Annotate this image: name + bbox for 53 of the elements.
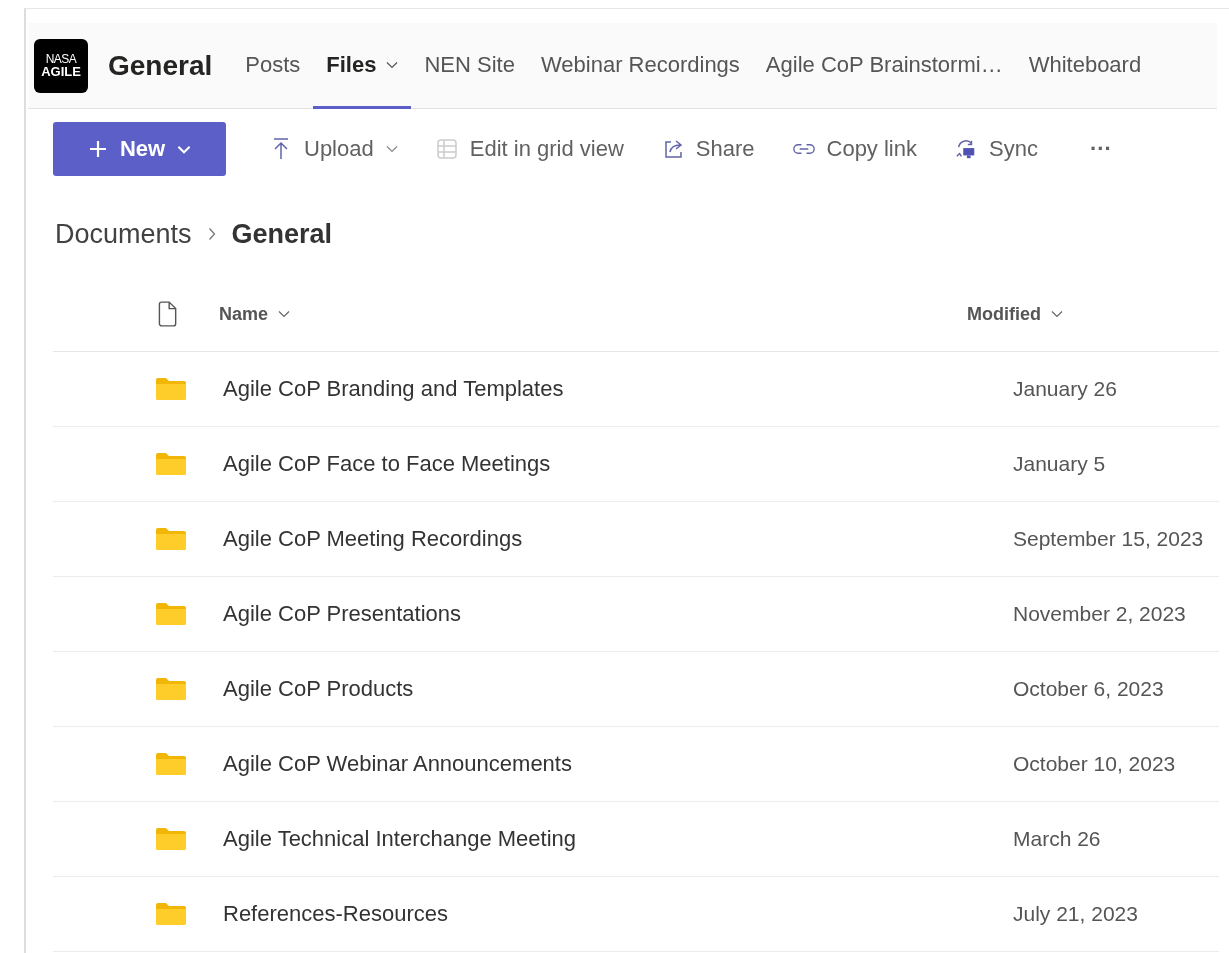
folder-name[interactable]: Agile Technical Interchange Meeting	[223, 826, 1013, 852]
upload-button[interactable]: Upload	[258, 124, 410, 174]
grid-icon	[435, 137, 458, 161]
folder-name[interactable]: Agile CoP Presentations	[223, 601, 1013, 627]
team-logo: NASA AGILE	[34, 38, 88, 93]
chevron-down-icon	[177, 144, 192, 154]
folder-icon	[155, 452, 187, 476]
tab[interactable]: Webinar Recordings	[527, 23, 753, 109]
link-button[interactable]: Copy link	[780, 124, 929, 174]
modified-date: October 10, 2023	[1013, 752, 1176, 776]
folder-name[interactable]: Agile CoP Face to Face Meetings	[223, 451, 1013, 477]
folder-name[interactable]: Agile CoP Webinar Announcements	[223, 751, 1013, 777]
tab[interactable]: Files	[313, 23, 412, 109]
modified-date: July 21, 2023	[1013, 902, 1138, 926]
sync-button[interactable]: Sync	[943, 124, 1050, 174]
column-header[interactable]: Modified	[967, 303, 1063, 325]
chevron-down-icon	[385, 145, 398, 153]
chevron-right-icon	[207, 227, 216, 241]
folder-name[interactable]: References-Resources	[223, 901, 1013, 927]
column-header[interactable]: Name	[219, 303, 967, 325]
folder-icon	[155, 677, 187, 701]
sync-icon	[955, 137, 977, 161]
tab[interactable]: NEN Site	[411, 23, 528, 109]
folder-icon	[155, 827, 187, 851]
modified-date: October 6, 2023	[1013, 677, 1164, 701]
plus-icon	[87, 139, 108, 159]
chevron-down-icon	[278, 310, 291, 318]
folder-icon	[155, 602, 187, 626]
modified-date: January 26	[1013, 377, 1117, 401]
new-button[interactable]: New	[53, 122, 226, 176]
modified-date: January 5	[1013, 452, 1106, 476]
grid-button[interactable]: Edit in grid view	[423, 124, 636, 174]
modified-date: September 15, 2023	[1013, 527, 1204, 551]
tab[interactable]: Posts	[232, 23, 314, 109]
share-button[interactable]: Share	[649, 124, 767, 174]
folder-icon	[155, 527, 187, 551]
folder-icon	[155, 752, 187, 776]
folder-name[interactable]: Agile CoP Meeting Recordings	[223, 526, 1013, 552]
more-button[interactable]: ···	[1077, 124, 1124, 174]
file-icon	[157, 301, 177, 327]
tab[interactable]: Whiteboard	[1015, 23, 1155, 109]
chevron-down-icon	[386, 60, 399, 69]
modified-date: March 26	[1013, 827, 1101, 851]
breadcrumb-item[interactable]: General	[231, 218, 333, 250]
folder-name[interactable]: Agile CoP Branding and Templates	[223, 376, 1013, 402]
folder-name[interactable]: Agile CoP Products	[223, 676, 1013, 702]
folder-icon	[155, 377, 187, 401]
team-name: General	[108, 49, 213, 82]
folder-icon	[155, 902, 187, 926]
tab[interactable]: Agile CoP Brainstormi…	[752, 23, 1016, 109]
breadcrumb-item[interactable]: Documents	[55, 218, 192, 250]
modified-date: November 2, 2023	[1013, 602, 1186, 626]
chevron-down-icon	[1051, 310, 1063, 318]
